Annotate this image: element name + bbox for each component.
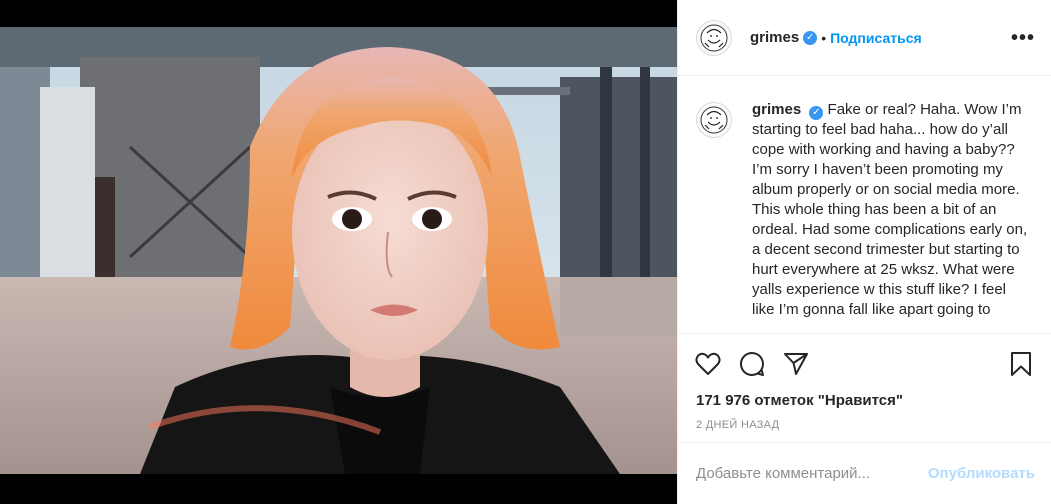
author-avatar[interactable] (696, 19, 732, 56)
add-comment-bar: Опубликовать (678, 442, 1051, 504)
caption-author-avatar[interactable] (696, 102, 732, 138)
comment-button[interactable] (738, 350, 766, 378)
verified-badge-icon: ✓ (809, 106, 824, 120)
comment-input[interactable] (696, 465, 928, 482)
avatar-drawing-icon (700, 24, 728, 51)
likes-count[interactable]: 171 976 отметок "Нравится" (678, 392, 1051, 409)
save-button[interactable] (1007, 350, 1035, 378)
avatar-drawing-icon (700, 106, 728, 134)
share-icon (784, 353, 808, 375)
comments-section[interactable]: grimes ✓ Fake or real? Haha. Wow I’m sta… (678, 76, 1051, 334)
author-username[interactable]: grimes (750, 29, 799, 46)
follow-button[interactable]: Подписаться (830, 30, 922, 46)
post-timestamp[interactable]: 2 дней назад (678, 419, 1051, 431)
publish-button[interactable]: Опубликовать (928, 465, 1035, 482)
post-caption: grimes ✓ Fake or real? Haha. Wow I’m sta… (752, 100, 1028, 333)
photo-illustration (0, 27, 677, 474)
post-details-panel: grimes ✓ • Подписаться ••• grimes ✓ Fake… (677, 0, 1051, 504)
bookmark-icon (1011, 352, 1031, 376)
comment-icon (740, 351, 764, 376)
more-options-button[interactable]: ••• (1011, 28, 1035, 48)
heart-icon (695, 352, 721, 375)
like-button[interactable] (694, 350, 722, 378)
post-header: grimes ✓ • Подписаться ••• (678, 0, 1051, 76)
post-actions (678, 334, 1051, 382)
caption-author-username[interactable]: grimes (752, 101, 801, 118)
caption-text: Fake or real? Haha. Wow I’m starting to … (752, 101, 1028, 318)
share-button[interactable] (782, 350, 810, 378)
verified-badge-icon: ✓ (803, 30, 818, 45)
post-photo[interactable] (0, 27, 677, 474)
post-media (0, 0, 677, 504)
separator-dot: • (821, 29, 827, 46)
